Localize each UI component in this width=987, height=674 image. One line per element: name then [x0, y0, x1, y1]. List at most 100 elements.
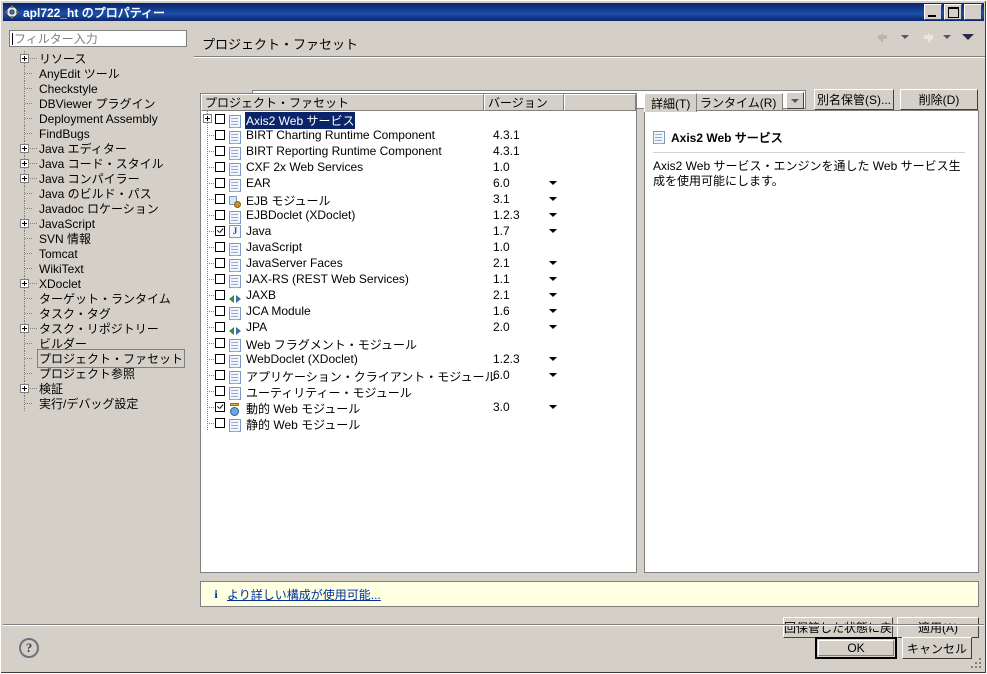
expand-plus-icon[interactable] — [20, 219, 29, 228]
sidebar-item-22[interactable]: プロジェクト参照 — [6, 366, 192, 381]
sidebar-item-4[interactable]: DBViewer プラグイン — [6, 96, 192, 111]
restore-defaults-button[interactable]: 回保管した状態に戻 — [783, 617, 893, 638]
expand-plus-icon[interactable] — [203, 114, 212, 123]
facet-row[interactable]: JavaScript 1.0 — [201, 239, 636, 256]
facet-checkbox[interactable] — [215, 322, 225, 332]
expand-plus-icon[interactable] — [20, 324, 29, 333]
sidebar-item-6[interactable]: FindBugs — [6, 126, 192, 141]
tab-2[interactable]: ランタイム(R) — [693, 93, 784, 111]
facet-checkbox[interactable] — [215, 114, 225, 124]
facet-checkbox[interactable] — [215, 178, 225, 188]
title-bar[interactable]: apl722_ht のプロパティー — [3, 3, 984, 21]
facet-row[interactable]: EJBDoclet (XDoclet) 1.2.3 — [201, 207, 636, 224]
sidebar-item-15[interactable]: WikiText — [6, 261, 192, 276]
expand-plus-icon[interactable] — [20, 384, 29, 393]
facet-checkbox[interactable] — [215, 338, 225, 348]
close-icon[interactable] — [964, 4, 982, 20]
facet-checkbox[interactable] — [215, 242, 225, 252]
sidebar-item-10[interactable]: Java のビルド・パス — [6, 186, 192, 201]
forward-history-chevron-down-icon[interactable] — [938, 29, 956, 45]
sidebar-item-14[interactable]: Tomcat — [6, 246, 192, 261]
facet-row[interactable]: JCA Module 1.6 — [201, 303, 636, 320]
version-chevron-down-icon[interactable] — [549, 229, 557, 233]
expand-plus-icon[interactable] — [20, 54, 29, 63]
facet-checkbox[interactable] — [215, 146, 225, 156]
further-configuration-link[interactable]: より詳しい構成が使用可能... — [227, 586, 381, 603]
expand-plus-icon[interactable] — [20, 279, 29, 288]
facet-checkbox[interactable] — [215, 274, 225, 284]
facet-row[interactable]: JAX-RS (REST Web Services) 1.1 — [201, 271, 636, 288]
sidebar-item-3[interactable]: Checkstyle — [6, 81, 192, 96]
facet-row[interactable]: JPA 2.0 — [201, 319, 636, 335]
sidebar-item-17[interactable]: ターゲット・ランタイム — [6, 291, 192, 306]
expand-plus-icon[interactable] — [20, 144, 29, 153]
facet-checkbox[interactable] — [215, 418, 225, 428]
settings-tree[interactable]: リソース AnyEdit ツール Checkstyle DBViewer プラグイン D… — [6, 51, 192, 625]
facet-row[interactable]: ユーティリティー・モジュール — [201, 383, 636, 400]
version-chevron-down-icon[interactable] — [549, 357, 557, 361]
cancel-button[interactable]: キャンセル — [902, 637, 972, 659]
facet-row[interactable]: J Java 1.7 — [201, 223, 636, 239]
facet-row[interactable]: JAXB 2.1 — [201, 287, 636, 303]
facet-row[interactable]: JavaServer Faces 2.1 — [201, 255, 636, 272]
facet-checkbox[interactable] — [215, 354, 225, 364]
help-button[interactable]: ? — [19, 638, 41, 660]
facet-row[interactable]: WebDoclet (XDoclet) 1.2.3 — [201, 351, 636, 368]
facet-row[interactable]: EAR 6.0 — [201, 175, 636, 192]
minimize-icon[interactable] — [924, 4, 942, 20]
column-header-3[interactable] — [564, 94, 636, 111]
facet-checkbox[interactable] — [215, 258, 225, 268]
version-chevron-down-icon[interactable] — [549, 309, 557, 313]
details-tabs[interactable]: 詳細(T) ランタイム(R) — [644, 93, 979, 112]
sidebar-item-23[interactable]: 検証 — [6, 381, 192, 396]
filter-input[interactable]: フィルター入力 — [9, 30, 187, 47]
facet-checkbox[interactable] — [215, 226, 225, 236]
expand-plus-icon[interactable] — [20, 159, 29, 168]
facet-table-body[interactable]: Axis2 Web サービス BIRT Charting Runtime Comp… — [201, 111, 636, 432]
view-menu-chevron-down-icon[interactable] — [959, 29, 977, 45]
version-chevron-down-icon[interactable] — [549, 181, 557, 185]
facet-row[interactable]: CXF 2x Web Services 1.0 — [201, 159, 636, 176]
sidebar-item-24[interactable]: 実行/デバッグ設定 — [6, 396, 192, 411]
facet-row[interactable]: アプリケーション・クライアント・モジュール 6.0 — [201, 367, 636, 384]
sidebar-item-19[interactable]: タスク・リポジトリー — [6, 321, 192, 336]
facet-checkbox[interactable] — [215, 290, 225, 300]
facet-row[interactable]: Axis2 Web サービス — [201, 111, 636, 129]
facet-checkbox[interactable] — [215, 130, 225, 140]
sidebar-item-8[interactable]: Java コード・スタイル — [6, 156, 192, 171]
version-chevron-down-icon[interactable] — [549, 261, 557, 265]
ok-button[interactable]: OK — [815, 637, 897, 659]
facet-checkbox[interactable] — [215, 194, 225, 204]
forward-arrow-icon[interactable] — [917, 29, 935, 45]
sidebar-item-2[interactable]: AnyEdit ツール — [6, 66, 192, 81]
maximize-icon[interactable] — [944, 4, 962, 20]
sidebar-item-12[interactable]: JavaScript — [6, 216, 192, 231]
version-chevron-down-icon[interactable] — [549, 325, 557, 329]
sidebar-item-1[interactable]: リソース — [6, 51, 192, 66]
resize-grip[interactable] — [971, 658, 983, 670]
expand-plus-icon[interactable] — [20, 174, 29, 183]
version-chevron-down-icon[interactable] — [549, 405, 557, 409]
sidebar-item-18[interactable]: タスク・タグ — [6, 306, 192, 321]
sidebar-item-11[interactable]: Javadoc ロケーション — [6, 201, 192, 216]
column-header-2[interactable]: バージョン — [484, 94, 564, 111]
back-history-chevron-down-icon[interactable] — [896, 29, 914, 45]
facet-row[interactable]: EJB モジュール 3.1 — [201, 191, 636, 208]
facet-table[interactable]: プロジェクト・ファセット バージョン Axis2 Web サービス BIRT Cha… — [200, 93, 637, 573]
facet-row[interactable]: BIRT Reporting Runtime Component 4.3.1 — [201, 143, 636, 160]
facet-row[interactable]: Web フラグメント・モジュール — [201, 335, 636, 352]
facet-row[interactable]: 動的 Web モジュール 3.0 — [201, 399, 636, 416]
sidebar-item-21[interactable]: プロジェクト・ファセット — [6, 349, 192, 368]
sidebar-item-7[interactable]: Java エディター — [6, 141, 192, 156]
facet-checkbox[interactable] — [215, 370, 225, 380]
column-header-1[interactable]: プロジェクト・ファセット — [201, 94, 484, 111]
sidebar-item-13[interactable]: SVN 情報 — [6, 231, 192, 246]
tab-1[interactable]: 詳細(T) — [644, 93, 698, 112]
version-chevron-down-icon[interactable] — [549, 373, 557, 377]
sidebar-item-9[interactable]: Java コンパイラー — [6, 171, 192, 186]
version-chevron-down-icon[interactable] — [549, 197, 557, 201]
sidebar-item-5[interactable]: Deployment Assembly — [6, 111, 192, 126]
facet-row[interactable]: BIRT Charting Runtime Component 4.3.1 — [201, 127, 636, 144]
facet-checkbox[interactable] — [215, 210, 225, 220]
facet-checkbox[interactable] — [215, 402, 225, 412]
